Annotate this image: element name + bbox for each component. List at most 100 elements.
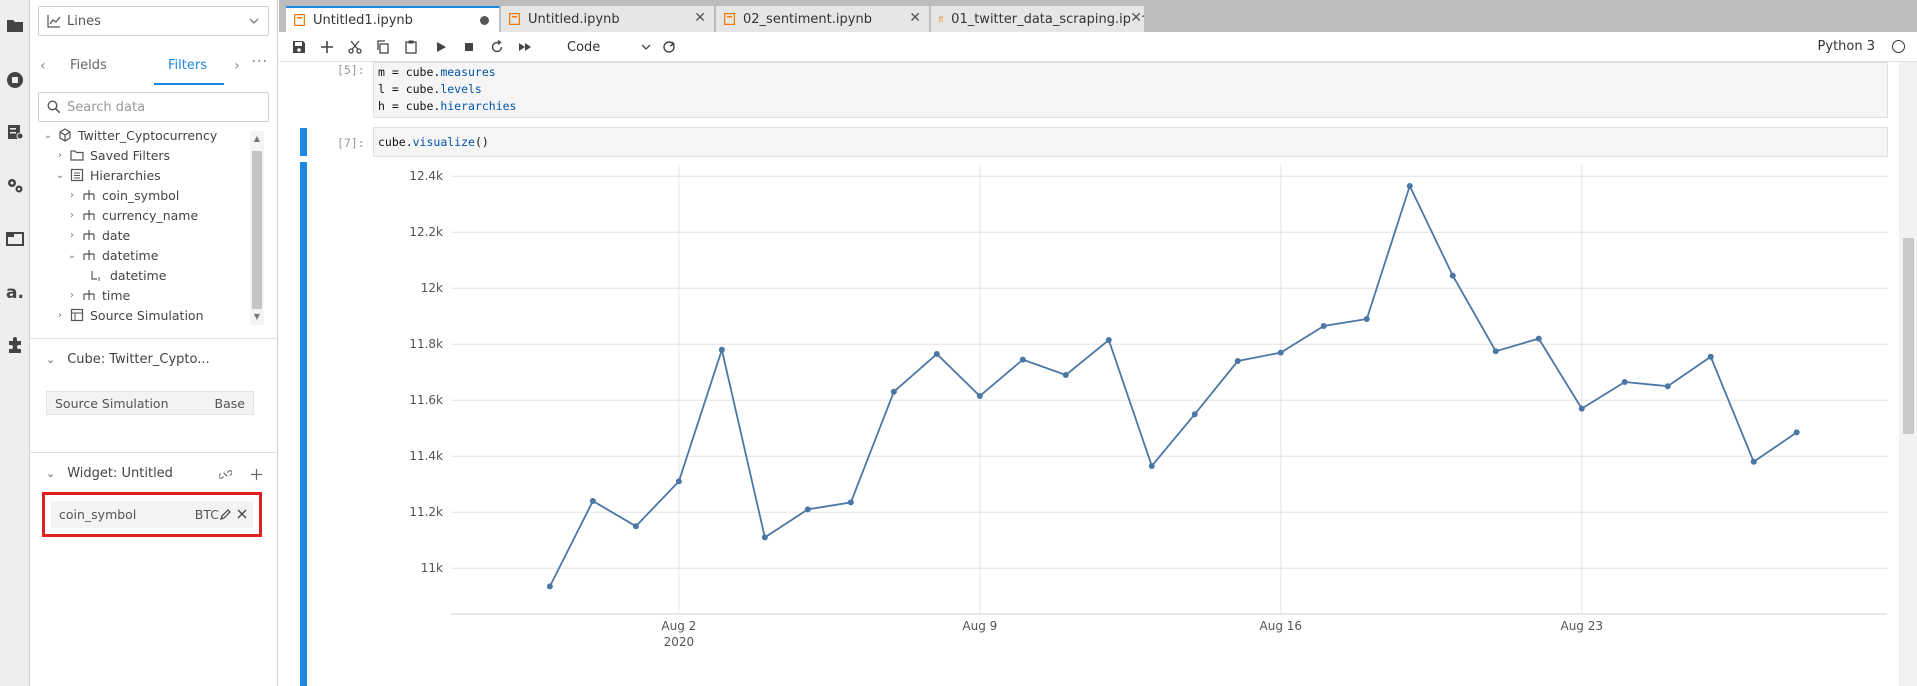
code-line: m = cube.measures <box>378 65 496 79</box>
visualization-select[interactable]: Lines <box>38 6 269 36</box>
tab-fields[interactable]: Fields <box>70 58 107 73</box>
restart-icon[interactable] <box>489 39 505 55</box>
tree-item-date[interactable]: › date <box>66 225 130 245</box>
caret-right-icon[interactable]: › <box>54 150 66 161</box>
atoti-logo-icon[interactable]: a. <box>5 282 25 302</box>
data-point <box>890 388 897 395</box>
tree-item-time[interactable]: › time <box>66 285 130 305</box>
caret-right-icon[interactable]: › <box>66 210 78 221</box>
tree-item-label: coin_symbol <box>102 187 180 203</box>
tree-item-coin-symbol[interactable]: › coin_symbol <box>66 185 179 205</box>
scroll-down-icon[interactable]: ▼ <box>252 312 262 322</box>
tree-item-saved-filters[interactable]: › Saved Filters <box>54 145 170 165</box>
tree-item-cube[interactable]: ⌄ Twitter_Cyptocurrency <box>42 125 217 145</box>
tree-item-currency-name[interactable]: › currency_name <box>66 205 198 225</box>
code-cell-7[interactable]: cube.visualize() <box>373 127 1888 157</box>
close-icon[interactable]: ✕ <box>1130 10 1142 26</box>
tab-02-sentiment[interactable]: 02_sentiment.ipynb ✕ <box>716 6 930 32</box>
notebook-main: Untitled1.ipynb Untitled.ipynb ✕ 02_sent… <box>279 0 1917 686</box>
data-point <box>1148 463 1155 469</box>
tab-label: 01_twitter_data_scraping.ipyr <box>951 11 1144 27</box>
tree-item-hierarchies[interactable]: ⌄ Hierarchies <box>54 165 161 185</box>
scrollbar-thumb[interactable] <box>1903 238 1914 434</box>
data-point <box>1750 458 1757 465</box>
cube-source-simulation[interactable]: Source Simulation Base <box>46 391 254 415</box>
close-icon[interactable]: ✕ <box>909 10 921 26</box>
line-chart[interactable]: 11k 11.2k 11.4k 11.6k 11.8k 12k 12.2k 12.4k Aug … <box>387 165 1897 665</box>
tab-01-twitter-data-scraping[interactable]: 01_twitter_data_scraping.ipyr ✕ <box>931 6 1145 32</box>
caret-right-icon[interactable]: › <box>66 290 78 301</box>
caret-down-icon[interactable]: ⌄ <box>54 170 66 181</box>
data-point <box>1492 348 1499 355</box>
fast-forward-icon[interactable] <box>517 39 533 55</box>
tree-item-label: Source Simulation <box>90 307 204 323</box>
data-point <box>1406 183 1413 189</box>
caret-right-icon[interactable]: › <box>66 190 78 201</box>
data-point <box>1621 379 1628 385</box>
tab-untitled[interactable]: Untitled.ipynb ✕ <box>501 6 715 32</box>
add-icon[interactable] <box>250 468 263 481</box>
edit-icon[interactable] <box>219 507 233 521</box>
cell-type-select[interactable]: Code <box>567 37 653 57</box>
data-point <box>1105 337 1112 343</box>
more-icon[interactable]: ··· <box>252 54 268 70</box>
commands-icon[interactable] <box>5 122 25 142</box>
tab-label: Untitled.ipynb <box>528 11 620 27</box>
caret-down-icon[interactable]: ⌄ <box>46 353 55 366</box>
tabs-icon[interactable] <box>5 229 25 249</box>
caret-down-icon[interactable]: ⌄ <box>42 130 54 141</box>
close-icon[interactable]: ✕ <box>694 10 706 26</box>
add-cell-icon[interactable] <box>319 39 335 55</box>
run-icon[interactable] <box>433 39 449 55</box>
caret-right-icon[interactable]: › <box>54 310 66 321</box>
data-point <box>675 478 682 485</box>
extension-icon[interactable] <box>5 335 25 355</box>
close-icon[interactable] <box>235 507 249 521</box>
git-icon[interactable] <box>661 39 677 55</box>
save-icon[interactable] <box>291 39 307 55</box>
unsaved-dot-icon[interactable] <box>480 16 489 25</box>
tree-item-datetime[interactable]: ⌄ datetime <box>66 245 159 265</box>
active-cell-indicator[interactable] <box>300 128 307 156</box>
unlink-icon[interactable] <box>219 468 232 481</box>
filter-coin-symbol[interactable]: coin_symbol BTC <box>51 501 253 528</box>
data-point <box>1449 272 1456 279</box>
kernel-name[interactable]: Python 3 <box>1818 39 1875 54</box>
data-point <box>1234 358 1241 364</box>
caret-down-icon[interactable]: ⌄ <box>66 250 78 261</box>
scrollbar-thumb[interactable] <box>252 151 262 309</box>
code-cell-5[interactable]: m = cube.measures l = cube.levels h = cu… <box>373 62 1888 118</box>
paste-icon[interactable] <box>403 39 419 55</box>
stop-icon[interactable] <box>461 39 477 55</box>
chevron-left-icon[interactable]: ‹ <box>40 58 54 74</box>
tree-scrollbar[interactable]: ▲ ▼ <box>250 131 264 325</box>
tab-untitled1[interactable]: Untitled1.ipynb <box>286 6 500 32</box>
data-point <box>1707 353 1714 360</box>
cube-section-header[interactable]: ⌄ Cube: Twitter_Cypto... <box>46 352 210 367</box>
chevron-right-icon[interactable]: › <box>234 58 248 74</box>
cut-icon[interactable] <box>347 39 363 55</box>
data-point <box>546 583 553 590</box>
notebook-icon <box>939 16 944 22</box>
widget-section-header[interactable]: ⌄ Widget: Untitled <box>46 466 173 481</box>
notebook-scrollbar[interactable] <box>1899 62 1917 686</box>
folder-icon[interactable] <box>5 15 25 35</box>
caret-down-icon[interactable]: ⌄ <box>46 467 55 480</box>
x-tick-label: Aug 16 <box>1260 619 1303 633</box>
data-point <box>1664 383 1671 390</box>
tab-filters[interactable]: Filters <box>168 58 207 73</box>
tree-item-datetime-level[interactable]: datetime <box>90 265 166 285</box>
scroll-up-icon[interactable]: ▲ <box>252 134 262 144</box>
settings-icon[interactable] <box>5 176 25 196</box>
running-icon[interactable] <box>5 70 25 90</box>
output-cell-indicator[interactable] <box>300 162 307 686</box>
caret-right-icon[interactable]: › <box>66 230 78 241</box>
tree-item-source-simulation[interactable]: › Source Simulation <box>54 305 204 325</box>
search-input[interactable] <box>67 97 257 117</box>
data-point <box>933 351 940 357</box>
tab-label: Untitled1.ipynb <box>313 12 413 28</box>
hierarchy-icon <box>82 188 96 202</box>
hierarchy-icon <box>82 248 96 262</box>
copy-icon[interactable] <box>375 39 391 55</box>
hierarchy-icon <box>82 208 96 222</box>
